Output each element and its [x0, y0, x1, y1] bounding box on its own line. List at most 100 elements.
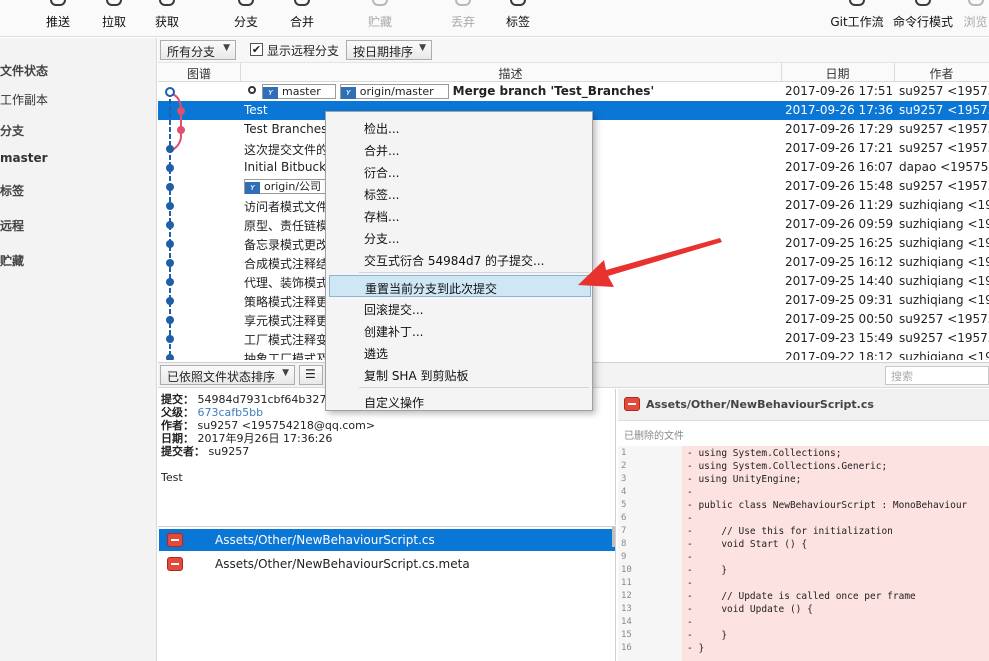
toolbar-button-label: 拉取: [101, 15, 126, 29]
commit-date: 2017-09-25 09:31: [785, 293, 893, 307]
commit-message: 策略模式注释更: [244, 295, 329, 309]
column-header-author[interactable]: 作者: [894, 65, 989, 82]
terminal-icon: [915, 0, 931, 6]
toolbar-button-2[interactable]: 获取: [148, 0, 186, 37]
commit-row[interactable]: ʏ master ʏ origin/master Merge branch 'Test_…: [158, 82, 989, 101]
list-view-button[interactable]: ☰: [299, 365, 323, 385]
toolbar-button-label: 丢弃: [450, 15, 475, 29]
column-header-description[interactable]: 描述: [240, 65, 781, 82]
diff-line-code: -: [687, 578, 693, 589]
sidebar-item-master[interactable]: master: [0, 151, 48, 165]
sidebar-stashes-header[interactable]: 贮藏: [0, 252, 24, 269]
toolbar-button-0[interactable]: 推送: [38, 0, 78, 37]
toolbar-button-label: Git工作流: [830, 15, 884, 29]
commit-author: su9257 <195754: [899, 103, 989, 117]
chevron-down-icon: ▼: [419, 43, 426, 53]
context-menu-item[interactable]: 遴选: [329, 341, 591, 363]
detail-author-key: 作者：: [161, 419, 194, 432]
toolbar-button-label: 合并: [289, 15, 314, 29]
changed-file-row[interactable]: Assets/Other/NewBehaviourScript.cs: [159, 529, 615, 551]
column-header-graph[interactable]: 图谱: [158, 65, 240, 82]
diff-line-number: 9: [621, 552, 627, 562]
file-list-scrollbar[interactable]: [612, 527, 615, 547]
parent-sha-link[interactable]: 673cafb5bb: [198, 406, 264, 419]
context-menu-item-label: 标签...: [364, 188, 400, 202]
toolbar-button-4[interactable]: 合并: [283, 0, 321, 37]
sidebar: 文件状态 工作副本 分支 master 标签 远程 贮藏: [0, 38, 157, 661]
file-sort-dropdown[interactable]: 已依照文件状态排序 ▼: [160, 365, 295, 385]
detail-date-key: 日期：: [161, 432, 194, 445]
diff-line-code: -: [687, 552, 693, 563]
toolbar: 推送 拉取 获取 分支 合并 贮藏 丢弃 标签 Git工作流 命令行模式 浏览: [0, 0, 989, 37]
commit-author: su9257 <195754: [899, 179, 989, 193]
commit-message: 备忘录模式更改: [244, 238, 329, 252]
context-menu-item-label: 遴选: [364, 347, 389, 361]
commit-author: su9257 <195754: [899, 312, 989, 326]
toolbar-button-6[interactable]: 丢弃: [445, 0, 481, 37]
detail-committer-value: su9257: [208, 445, 250, 458]
toolbar-button-label: 标签: [505, 15, 530, 29]
context-menu-item[interactable]: 创建补丁...: [329, 319, 591, 341]
branch-ref-label[interactable]: ʏ master: [262, 84, 336, 99]
sidebar-item-working-copy[interactable]: 工作副本: [0, 91, 48, 108]
column-header-date[interactable]: 日期: [781, 65, 894, 82]
graph-node: [166, 278, 174, 286]
diff-line-code: - }: [687, 630, 728, 641]
toolbar-button-3[interactable]: 分支: [230, 0, 262, 37]
toolbar-button-label: 推送: [45, 15, 70, 29]
context-menu-item[interactable]: 衍合...: [329, 160, 591, 182]
branch-ref-name: master: [282, 85, 321, 98]
branch-ref-label[interactable]: ʏ origin/master: [339, 84, 449, 99]
diff-line-number: 5: [621, 500, 627, 510]
changed-file-row[interactable]: Assets/Other/NewBehaviourScript.cs.meta: [159, 553, 615, 575]
toolbar-button-10[interactable]: 浏览: [962, 0, 989, 37]
commit-graph: [165, 87, 185, 360]
graph-node-merge: [165, 87, 175, 97]
chevron-down-icon: ▼: [223, 43, 230, 53]
search-input[interactable]: 搜索: [885, 366, 989, 385]
diff-line-number: 4: [621, 487, 627, 497]
diff-line-number: 11: [621, 578, 632, 588]
diff-line-number: 1: [621, 448, 627, 458]
branch-filter-dropdown[interactable]: 所有分支 ▼: [160, 40, 236, 60]
show-remote-checkbox[interactable]: ✔: [250, 43, 263, 56]
toolbar-button-8[interactable]: Git工作流: [826, 0, 888, 37]
diff-line-code: - public class NewBehaviourScript : Mono…: [687, 500, 968, 511]
toolbar-button-1[interactable]: 拉取: [96, 0, 132, 37]
context-menu-item[interactable]: 自定义操作: [329, 390, 591, 412]
sidebar-branches-header[interactable]: 分支: [0, 122, 24, 139]
diff-code-area[interactable]: 1 - using System.Collections; 2 - using Sys…: [618, 446, 989, 661]
detail-date-value: 2017年9月26日 17:36:26: [197, 432, 333, 445]
context-menu-item[interactable]: 检出...: [329, 116, 591, 138]
toolbar-button-9[interactable]: 命令行模式: [888, 0, 958, 37]
commit-date: 2017-09-25 16:25: [785, 236, 893, 250]
context-menu-item[interactable]: 回滚提交...: [329, 297, 591, 319]
branch-ref-label[interactable]: ʏ origin/公司: [244, 179, 337, 194]
commit-date: 2017-09-26 17:29: [785, 122, 893, 136]
commit-author: su9257 <195754: [899, 84, 989, 98]
sidebar-tags-header[interactable]: 标签: [0, 182, 24, 199]
branch-ref-name: origin/master: [359, 85, 434, 98]
context-menu-item[interactable]: 交互式衍合 54984d7 的子提交...: [329, 248, 591, 270]
toolbar-button-5[interactable]: 贮藏: [362, 0, 398, 37]
context-menu-item[interactable]: 标签...: [329, 182, 591, 204]
red-arrow-shape: [578, 238, 722, 287]
toolbar-button-7[interactable]: 标签: [500, 0, 536, 37]
commit-date: 2017-09-26 11:29: [785, 198, 893, 212]
context-menu-item[interactable]: 存档...: [329, 204, 591, 226]
graph-node: [166, 354, 174, 360]
context-menu-item[interactable]: 分支...: [329, 226, 591, 248]
graph-node: [166, 240, 174, 248]
sidebar-remotes-header[interactable]: 远程: [0, 217, 24, 234]
sort-order-dropdown[interactable]: 按日期排序 ▼: [346, 40, 432, 60]
context-menu-item[interactable]: 合并...: [329, 138, 591, 160]
sidebar-file-status-header[interactable]: 文件状态: [0, 62, 48, 79]
diff-line-number: 12: [621, 591, 632, 601]
commit-message: 合成模式注释结: [244, 257, 329, 271]
removed-status-icon: [167, 557, 183, 571]
commit-date: 2017-09-25 14:40: [785, 274, 893, 288]
context-menu-item[interactable]: 重置当前分支到此次提交: [329, 275, 591, 297]
context-menu-item[interactable]: 复制 SHA 到剪贴板: [329, 363, 591, 385]
commit-author: suzhiqiang <19: [899, 198, 989, 212]
menu-separator: [359, 272, 589, 273]
